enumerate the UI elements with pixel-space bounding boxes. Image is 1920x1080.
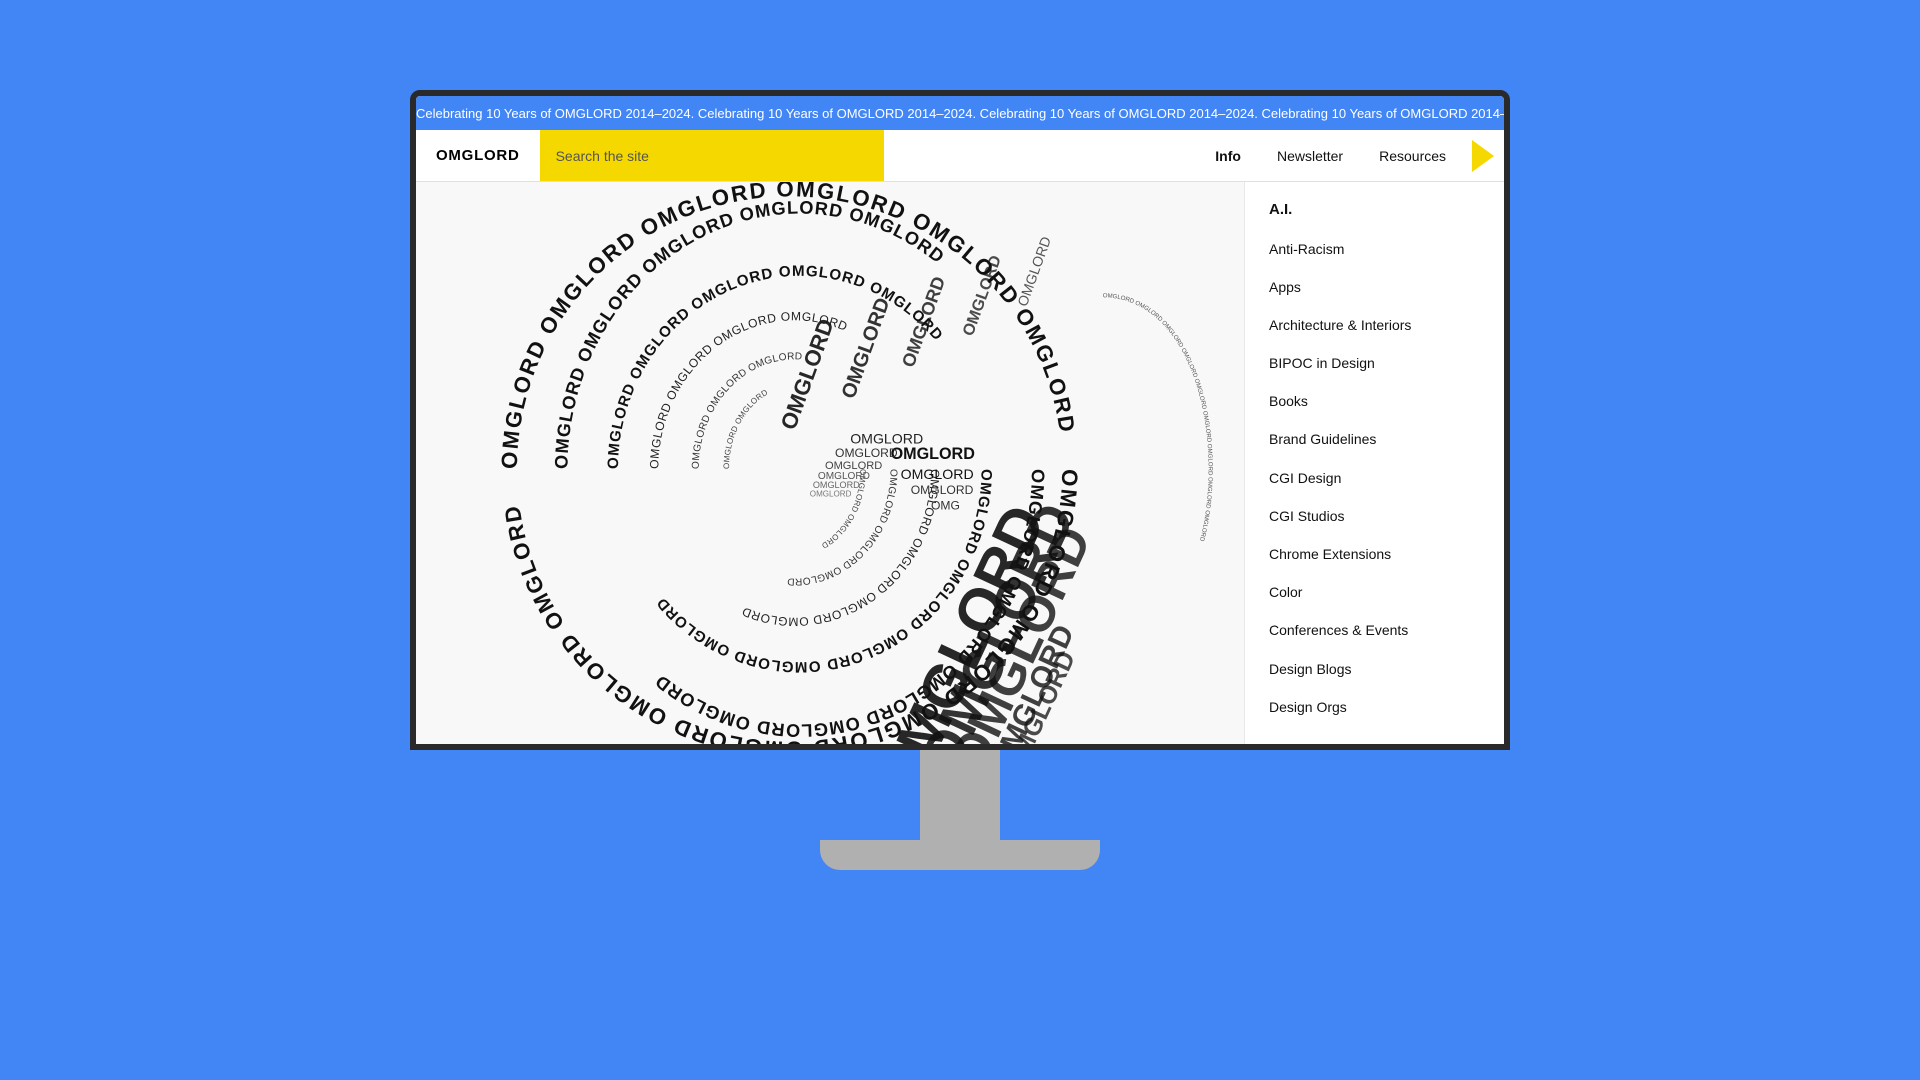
svg-text:OMGLORD OMGLORD: OMGLORD OMGLORD [722,388,769,469]
dropdown-item-conferences[interactable]: Conferences & Events [1245,611,1504,649]
dropdown-item-apps[interactable]: Apps [1245,268,1504,306]
svg-text:OMGLORD: OMGLORD [838,295,895,402]
svg-text:OMGLORD: OMGLORD [891,445,975,463]
nav-arrow-icon [1472,140,1494,172]
navbar: OMGLORD Search the site Info Newsletter … [416,130,1504,182]
nav-logo[interactable]: OMGLORD [416,147,540,164]
dropdown-menu: A.I. Anti-Racism Apps Architecture & Int… [1244,182,1504,750]
monitor-screen: Celebrating 10 Years of OMGLORD 2014–202… [410,90,1510,750]
svg-text:OMGLORD: OMGLORD [850,431,923,447]
spiral-svg: OMGLORD OMGLORD OMGLORD OMGLORD OMGLORD … [416,182,1244,750]
search-text: Search the site [556,148,649,164]
dropdown-item-design-orgs[interactable]: Design Orgs [1245,688,1504,726]
dropdown-item-anti-racism[interactable]: Anti-Racism [1245,230,1504,268]
svg-text:OMGLORD: OMGLORD [835,446,898,460]
nav-link-newsletter[interactable]: Newsletter [1259,130,1361,182]
spiral-area: OMGLORD OMGLORD OMGLORD OMGLORD OMGLORD … [416,182,1244,750]
dropdown-item-chrome-extensions[interactable]: Chrome Extensions [1245,535,1504,573]
dropdown-item-ai[interactable]: A.I. [1245,190,1504,230]
monitor-stand-base [820,840,1100,870]
svg-text:OMGLORD: OMGLORD [898,274,949,370]
svg-text:OMGLORD: OMGLORD [1014,234,1054,308]
dropdown-item-architecture[interactable]: Architecture & Interiors [1245,306,1504,344]
svg-text:OMGLORD: OMGLORD [810,489,852,498]
svg-text:OMGLORD: OMGLORD [911,483,974,497]
ticker-content: Celebrating 10 Years of OMGLORD 2014–202… [416,106,1504,121]
nav-link-info[interactable]: Info [1197,130,1259,182]
svg-text:OMG: OMG [931,498,960,512]
svg-text:OMGLORD OMGLORD OMGLORD OMGLOR: OMGLORD OMGLORD OMGLORD OMGLORD OMGLORD … [1103,293,1213,542]
main-content: OMGLORD OMGLORD OMGLORD OMGLORD OMGLORD … [416,182,1504,750]
nav-link-resources[interactable]: Resources [1361,130,1464,182]
dropdown-item-design-blogs[interactable]: Design Blogs [1245,650,1504,688]
dropdown-item-cgi-design[interactable]: CGI Design [1245,459,1504,497]
svg-text:OMGLORD: OMGLORD [776,315,839,433]
monitor-wrapper: Celebrating 10 Years of OMGLORD 2014–202… [395,90,1525,990]
nav-links: Info Newsletter Resources [1197,130,1472,182]
dropdown-item-bipoc[interactable]: BIPOC in Design [1245,344,1504,382]
dropdown-item-cgi-studios[interactable]: CGI Studios [1245,497,1504,535]
dropdown-item-brand-guidelines[interactable]: Brand Guidelines [1245,420,1504,458]
dropdown-item-books[interactable]: Books [1245,382,1504,420]
svg-text:OMGLORD: OMGLORD [901,466,974,482]
dropdown-item-color[interactable]: Color [1245,573,1504,611]
search-bar[interactable]: Search the site [540,130,885,181]
monitor-stand-neck [920,750,1000,840]
ticker-bar: Celebrating 10 Years of OMGLORD 2014–202… [416,96,1504,130]
